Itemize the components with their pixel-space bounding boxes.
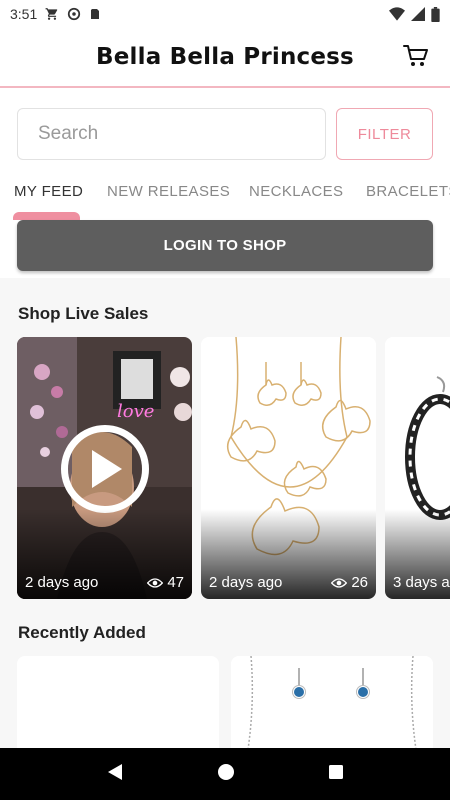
wifi-icon [389, 7, 405, 21]
tab-my-feed[interactable]: MY FEED [14, 183, 83, 200]
active-tab-indicator [13, 212, 80, 220]
section-title-recently-added: Recently Added [18, 623, 146, 642]
play-button[interactable] [61, 425, 149, 513]
filter-button[interactable]: FILTER [336, 108, 433, 160]
svg-text:love: love [117, 401, 154, 422]
recent-product-card[interactable] [231, 656, 433, 748]
search-row: Search FILTER [17, 108, 433, 160]
tab-necklaces[interactable]: NECKLACES [249, 183, 343, 200]
eye-icon [147, 577, 164, 588]
login-to-shop-button[interactable]: LOGIN TO SHOP [17, 220, 433, 271]
live-sale-card[interactable]: 3 days ago [385, 337, 450, 599]
card-view-count: 47 [167, 574, 184, 591]
app-header: Bella Bella Princess [0, 28, 450, 88]
eye-icon [331, 577, 348, 588]
app-title: Bella Bella Princess [96, 44, 354, 70]
cart-button[interactable] [402, 44, 430, 72]
home-button[interactable] [217, 763, 235, 786]
feed-content: Shop Live Sales love 2 days ago 47 2 day… [0, 278, 450, 748]
tab-new-releases[interactable]: NEW RELEASES [107, 183, 230, 200]
shopping-cart-notification-icon [45, 7, 59, 21]
battery-icon [431, 6, 440, 22]
recents-button[interactable] [328, 764, 344, 785]
product-image [231, 656, 433, 748]
recents-icon [328, 764, 343, 779]
search-input[interactable]: Search [17, 108, 326, 160]
category-tabs: MY FEED NEW RELEASES NECKLACES BRACELETS [0, 175, 450, 215]
section-title-live-sales: Shop Live Sales [18, 304, 149, 323]
card-time: 2 days ago [25, 574, 99, 591]
back-button[interactable] [106, 763, 124, 786]
home-icon [217, 763, 234, 780]
play-icon [92, 450, 122, 488]
recent-product-card[interactable] [17, 656, 219, 748]
card-views: 26 [331, 574, 368, 591]
sd-card-notification-icon [89, 7, 101, 21]
system-nav-bar [0, 748, 450, 800]
card-time: 3 days ago [393, 574, 450, 591]
sync-notification-icon [67, 7, 81, 21]
live-sale-card[interactable]: 2 days ago 26 [201, 337, 376, 599]
signal-icon [411, 7, 425, 21]
back-icon [108, 763, 123, 780]
cart-icon [403, 44, 429, 73]
status-bar: 3:51 [0, 0, 450, 28]
status-time: 3:51 [10, 6, 38, 22]
status-left: 3:51 [10, 6, 101, 22]
status-right [389, 6, 440, 22]
tab-bracelets[interactable]: BRACELETS [366, 183, 450, 200]
card-views: 47 [147, 574, 184, 591]
live-sale-card[interactable]: love 2 days ago 47 [17, 337, 192, 599]
card-time: 2 days ago [209, 574, 283, 591]
card-view-count: 26 [351, 574, 368, 591]
